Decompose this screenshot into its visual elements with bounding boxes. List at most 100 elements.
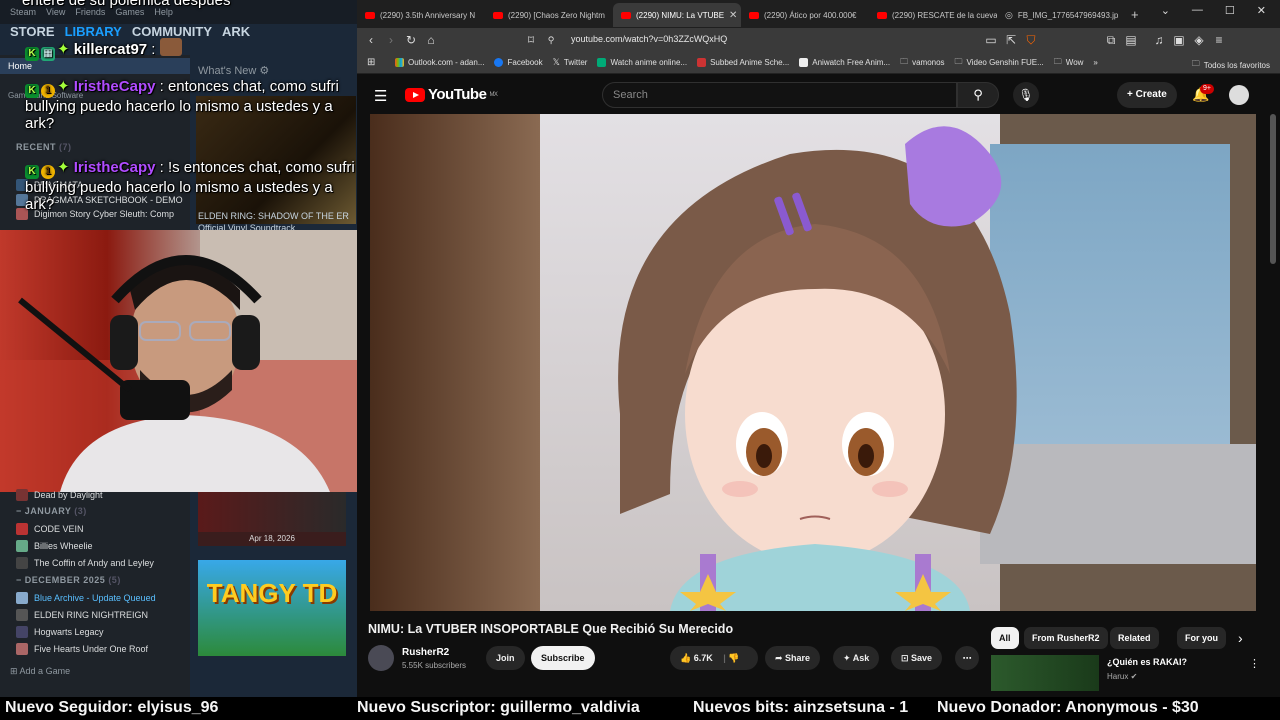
folder-icon: 🗀 — [1191, 59, 1200, 68]
all-bookmarks[interactable]: 🗀 Todos los favoritos — [1192, 58, 1270, 72]
join-button[interactable]: Join — [486, 646, 525, 670]
youtube-icon — [749, 11, 759, 19]
share-icon: ➦ — [775, 653, 786, 663]
share-button[interactable]: ➦ Share — [765, 646, 821, 670]
chip-all[interactable]: All — [991, 627, 1019, 649]
site-info-icon[interactable]: ⚲ — [541, 35, 561, 46]
bookmark-item[interactable]: 🗀 Wow — [1054, 56, 1084, 70]
account-avatar[interactable] — [1229, 85, 1249, 105]
channel-avatar[interactable] — [368, 645, 394, 671]
url-field[interactable]: youtube.com/watch?v=0h3ZZcWQxHQ — [571, 34, 727, 44]
add-game-button[interactable]: ⊞ Add a Game — [10, 666, 70, 677]
bookmark-icon[interactable]: ⌑ — [521, 33, 541, 47]
create-label: Create — [1135, 89, 1167, 100]
new-tab-icon[interactable]: + — [1125, 7, 1139, 22]
home-icon[interactable]: ⌂ — [421, 33, 441, 47]
bookmark-item[interactable]: Watch anime online... — [597, 58, 687, 67]
list-item[interactable]: Dead by Daylight — [16, 486, 103, 503]
list-item[interactable]: Five Hearts Under One Roof — [16, 640, 186, 657]
apps-grid-icon[interactable]: ⊞ — [367, 57, 375, 68]
share-page-icon[interactable]: ⇱ — [1001, 33, 1021, 47]
save-button[interactable]: ⊡ Save — [891, 646, 943, 670]
wallet-icon[interactable]: ▣ — [1169, 33, 1189, 47]
chip-from-channel[interactable]: From RusherR2 — [1024, 627, 1108, 649]
game-icon — [16, 591, 28, 604]
more-options-icon[interactable]: ⋯ — [955, 646, 979, 670]
save-label: Save — [911, 653, 933, 663]
browser-tab[interactable]: (2290) 3.5th Anniversary N — [357, 3, 485, 27]
bookmark-label: Wow — [1065, 58, 1084, 67]
browser-tab[interactable]: ◎ FB_IMG_1776547969493.jp — [997, 3, 1125, 27]
list-item[interactable]: Blue Archive - Update Queued — [16, 589, 186, 606]
channel-name[interactable]: RusherR2 — [402, 647, 449, 658]
list-item[interactable]: The Coffin of Andy and Leyley — [16, 554, 186, 571]
bookmark-label: Video Genshin FUE... — [966, 58, 1044, 67]
subscribe-button[interactable]: Subscribe — [531, 646, 595, 670]
tangy-td-logo: TANGY TD — [206, 578, 338, 608]
extensions-icon[interactable]: ⧉ — [1101, 33, 1121, 48]
music-icon[interactable]: ♫ — [1149, 33, 1169, 47]
brave-shield-icon[interactable]: ⛉ — [1021, 33, 1041, 48]
chat-username[interactable]: killercat97 — [74, 41, 147, 58]
thumbs-up-icon[interactable]: 👍 — [680, 653, 691, 663]
bookmark-item[interactable]: Aniwatch Free Anim... — [799, 58, 890, 67]
chat-username[interactable]: IristheCapy — [74, 159, 156, 176]
tangy-td-card[interactable]: TANGY TD — [198, 560, 346, 656]
ask-button[interactable]: ✦ Ask — [833, 646, 880, 670]
chip-for-you[interactable]: For you — [1177, 627, 1226, 649]
minimize-icon[interactable]: — — [1192, 4, 1203, 17]
list-item[interactable]: CODE VEIN — [16, 520, 186, 537]
video-player[interactable] — [370, 114, 1256, 611]
bookmark-item[interactable]: 🗀 vamonos — [900, 56, 944, 70]
hamburger-menu-icon[interactable]: ☰ — [374, 87, 387, 105]
like-count[interactable]: 6.7K — [694, 653, 713, 663]
recommended-channel[interactable]: Harux ✔ — [1107, 672, 1137, 681]
create-button[interactable]: + Create — [1117, 82, 1177, 108]
sparkle-icon: ✦ — [843, 653, 853, 663]
close-icon[interactable]: ✕ — [729, 10, 737, 21]
reload-icon[interactable]: ↻ — [401, 33, 421, 47]
january-section-header[interactable]: − JANUARY (3) — [16, 506, 87, 516]
page-scrollbar[interactable] — [1270, 114, 1276, 264]
list-item[interactable]: Hogwarts Legacy — [16, 623, 186, 640]
bookmark-item[interactable]: Outlook.com - adan... — [395, 58, 484, 67]
browser-tab[interactable]: (2290) RESCATE de la cueva — [869, 3, 997, 27]
recommended-video-title[interactable]: ¿Quién es RAKAI? — [1107, 657, 1187, 667]
thumbs-down-icon[interactable]: 👎 — [728, 653, 739, 663]
pip-icon[interactable]: ▭ — [981, 33, 1001, 47]
bookmark-item[interactable]: 🗀 Video Genshin FUE... — [955, 56, 1044, 70]
menu-icon[interactable]: ≡ — [1209, 33, 1229, 47]
vpn-icon[interactable]: ◈ — [1189, 33, 1209, 47]
bookmark-item[interactable]: Facebook — [494, 58, 543, 67]
december-label: DECEMBER 2025 — [24, 575, 106, 585]
chip-related[interactable]: Related — [1110, 627, 1159, 649]
tab-label: (2290) [Chaos Zero Nightm — [508, 10, 605, 20]
one-badge-icon: 1 — [41, 165, 55, 179]
search-input[interactable]: Search — [602, 82, 957, 108]
browser-tab[interactable]: (2290) Ático por 400.000€ — [741, 3, 869, 27]
anime-site-icon — [597, 58, 607, 67]
bookmark-item[interactable]: 𝕏 Twitter — [553, 57, 588, 68]
bookmark-item[interactable]: Subbed Anime Sche... — [697, 58, 789, 67]
game-title: Billies Wheelie — [34, 540, 93, 551]
recommended-channel-name: Harux — [1107, 672, 1129, 681]
maximize-icon[interactable]: ☐ — [1225, 4, 1235, 17]
browser-tab-active[interactable]: (2290) NIMU: La VTUBE ✕ — [613, 3, 741, 27]
youtube-logo[interactable]: YouTube MX — [405, 86, 498, 103]
close-window-icon[interactable]: ✕ — [1257, 4, 1266, 17]
chat-username[interactable]: IristheCapy — [74, 78, 156, 95]
search-icon[interactable]: ⚲ — [957, 82, 999, 108]
more-bookmarks-icon[interactable]: » — [1093, 58, 1097, 67]
december-section-header[interactable]: − DECEMBER 2025 (5) — [16, 575, 121, 585]
forward-icon[interactable]: › — [381, 33, 401, 47]
list-item[interactable]: Billies Wheelie — [16, 537, 186, 554]
microphone-icon[interactable]: 🎙 — [1013, 82, 1039, 108]
back-icon[interactable]: ‹ — [361, 33, 381, 47]
chevron-down-icon[interactable]: ⌄ — [1161, 4, 1170, 17]
recommended-video-thumbnail[interactable] — [991, 655, 1099, 691]
kebab-menu-icon[interactable]: ⋮ — [1249, 657, 1260, 670]
sidebar-icon[interactable]: ▤ — [1121, 33, 1141, 47]
browser-tab[interactable]: (2290) [Chaos Zero Nightm — [485, 3, 613, 27]
chevron-right-icon[interactable]: › — [1238, 630, 1243, 646]
list-item[interactable]: ELDEN RING NIGHTREIGN — [16, 606, 186, 623]
